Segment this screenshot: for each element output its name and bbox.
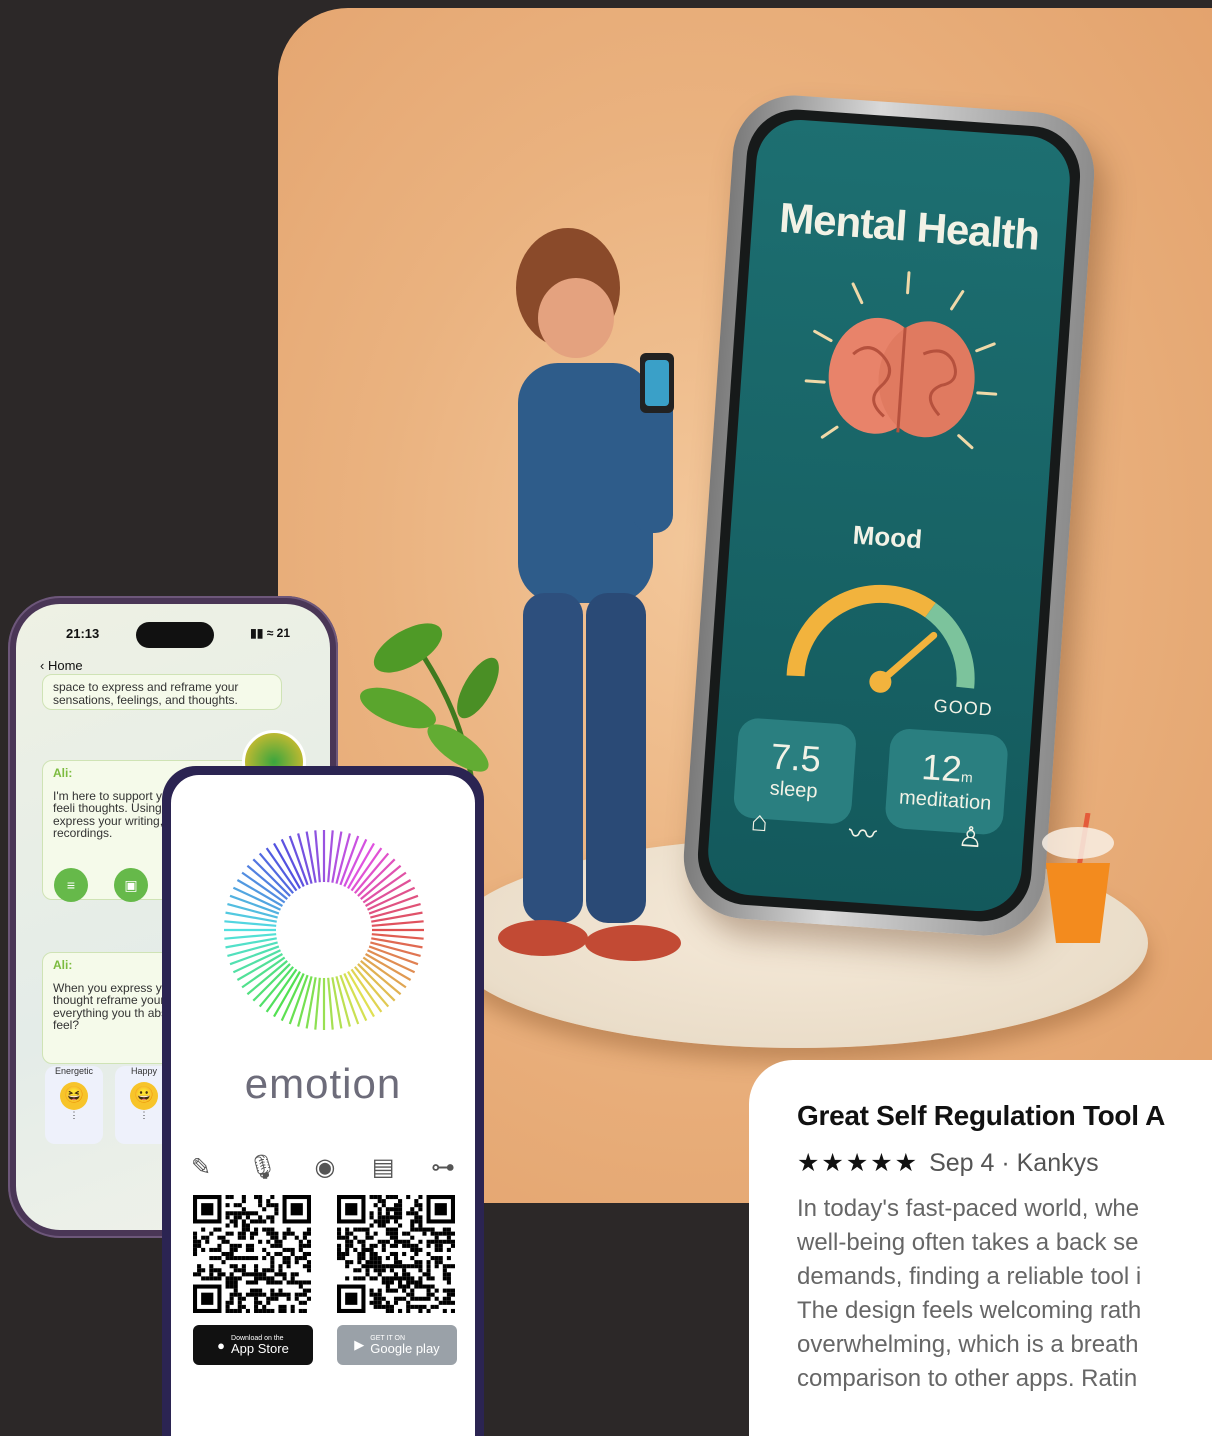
dumbbell-icon: ⊶	[430, 1154, 455, 1181]
feature-icons: ✎ 🎙 ◉ ▤ ⊶	[191, 1153, 455, 1182]
brain-icon	[804, 271, 998, 450]
emotion-logo	[224, 830, 424, 1030]
app-store-badge[interactable]: ● Download on the App Store	[193, 1325, 313, 1365]
google-play-badge[interactable]: ▶ GET IT ON Google play	[337, 1325, 457, 1365]
image-entry-button[interactable]: ▣	[114, 868, 148, 902]
emotion-app-card: emotion ✎ 🎙 ◉ ▤ ⊶ ● Download on the App …	[162, 766, 484, 1436]
status-bar: 21:13 ▮▮ ≈ 21	[16, 622, 330, 656]
juice-cup-illustration	[1042, 813, 1114, 943]
mood-gauge	[786, 584, 975, 693]
review-line: well-being often takes a back se	[797, 1229, 1139, 1256]
mood-option-energetic[interactable]: Energetic 😆 ⋮	[45, 1066, 103, 1144]
app-title: Mental Health	[777, 193, 1041, 259]
review-line: The design feels welcoming rath	[797, 1297, 1142, 1324]
signal-icons: ▮▮ ≈ 21	[250, 626, 290, 640]
mood-label: Mood	[851, 519, 924, 555]
mood-option-face: 😆	[60, 1082, 88, 1110]
review-line: demands, finding a reliable tool i	[797, 1263, 1142, 1290]
review-line: In today's fast-paced world, whe	[797, 1195, 1140, 1222]
text-entry-button[interactable]: ≡	[54, 868, 88, 902]
back-label: Home	[47, 658, 83, 673]
person-illustration	[498, 228, 681, 961]
dynamic-island	[136, 622, 214, 648]
battery-level: 21	[276, 626, 290, 640]
notebook-icon: ✎	[191, 1154, 212, 1181]
profile-icon[interactable]: ♙	[956, 820, 984, 862]
home-icon[interactable]: ⌂	[749, 805, 769, 846]
app-store-label: App Store	[231, 1341, 289, 1356]
review-date-author: Sep 4 · Kankys	[929, 1149, 1099, 1177]
status-time: 21:13	[66, 626, 100, 641]
microphone-icon: 🎙	[247, 1154, 279, 1181]
qr-code-app-store[interactable]	[193, 1195, 311, 1313]
star-rating: ★★★★★	[797, 1149, 920, 1177]
play-icon: ▶	[354, 1337, 365, 1352]
chat-bubble-text: space to express and reframe your sensat…	[53, 680, 239, 707]
qr-code-google-play[interactable]	[337, 1195, 455, 1313]
giant-phone: Mental Health Mood GOOD 7.5 sleep 12m me…	[679, 91, 1099, 940]
vinyl-icon: ◉	[314, 1154, 336, 1181]
back-button[interactable]: ‹ Home	[40, 658, 83, 673]
review-line: comparison to other apps. Ratin	[797, 1365, 1138, 1392]
meditation-value: 12	[920, 745, 964, 790]
more-icon[interactable]: ⋮	[70, 1110, 79, 1120]
meditation-unit: m	[960, 768, 974, 786]
google-play-label: Google play	[370, 1341, 440, 1356]
review-body: In today's fast-paced world, whe well-be…	[797, 1192, 1212, 1396]
review-card: Great Self Regulation Tool A ★★★★★ Sep 4 …	[749, 1060, 1212, 1436]
review-meta: ★★★★★ Sep 4 · Kankys	[797, 1148, 1212, 1178]
mood-option-label: Happy	[130, 1066, 157, 1076]
review-title: Great Self Regulation Tool A	[797, 1100, 1166, 1131]
gauge-status: GOOD	[933, 695, 994, 720]
trend-icon[interactable]: 〰	[847, 812, 878, 854]
apple-icon: ●	[217, 1337, 226, 1353]
image-icon: ▤	[371, 1154, 395, 1181]
mood-option-label: Energetic	[54, 1066, 94, 1076]
chat-bubble: space to express and reframe your sensat…	[42, 674, 282, 710]
mood-option-face: 😀	[130, 1082, 158, 1110]
more-icon[interactable]: ⋮	[140, 1110, 149, 1120]
mental-health-screen: Mental Health Mood GOOD 7.5 sleep 12m me…	[705, 116, 1073, 915]
brand-name: emotion	[244, 1060, 402, 1107]
review-line: overwhelming, which is a breath	[797, 1331, 1139, 1358]
